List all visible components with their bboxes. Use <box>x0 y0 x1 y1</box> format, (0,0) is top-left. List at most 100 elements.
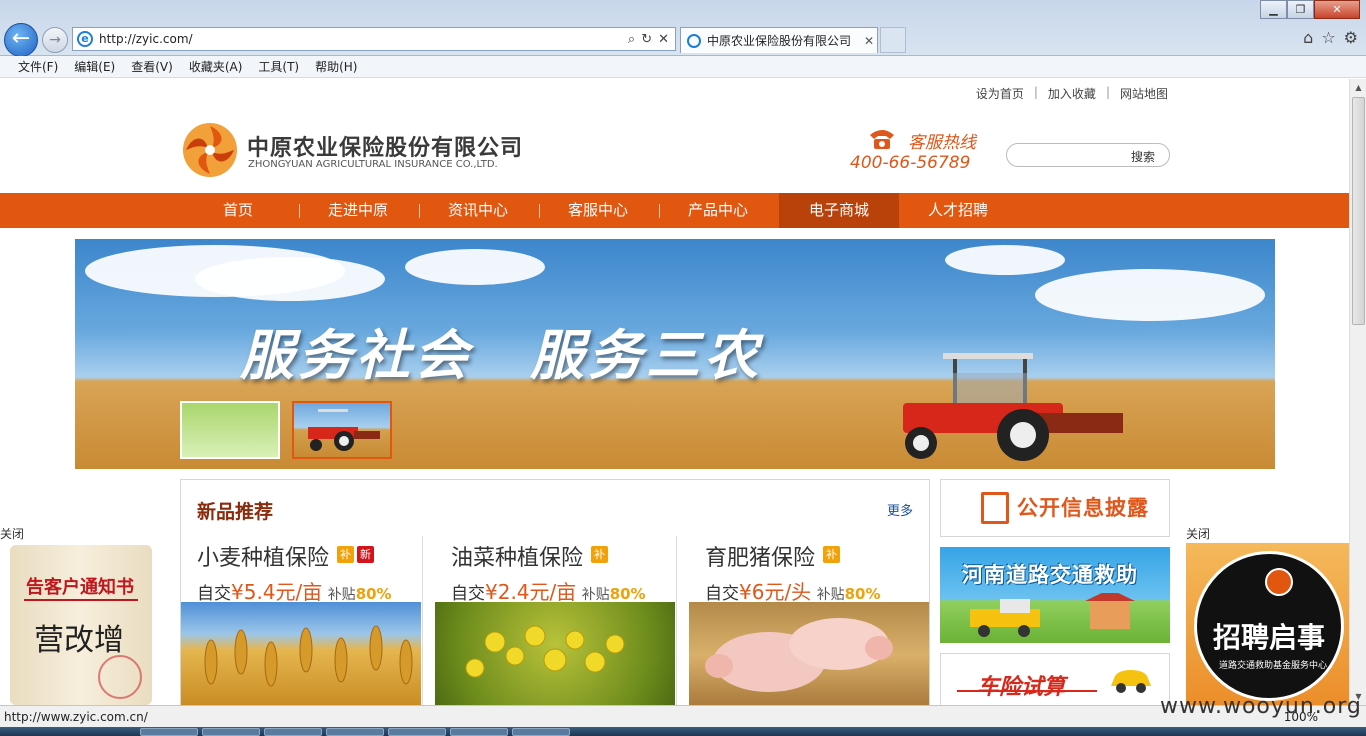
price-prefix: 自交 <box>705 584 739 604</box>
add-favorite-link[interactable]: 加入收藏 <box>1048 85 1096 102</box>
taskbar-item[interactable] <box>512 728 570 736</box>
product-price: 自交¥6元/头 补贴80% <box>705 576 881 605</box>
new-badge: 新 <box>357 546 374 563</box>
product-price: 自交¥2.4元/亩 补贴80% <box>451 576 646 605</box>
left-float-ad: 关闭 告客户通知书 营改增 <box>0 525 160 705</box>
notice-body: 营改增 <box>34 623 124 658</box>
recruit-panel[interactable]: 招聘启事 道路交通救助基金服务中心 <box>1186 543 1349 705</box>
ie-page-icon: e <box>77 31 93 47</box>
menu-bar: 文件(F) 编辑(E) 查看(V) 收藏夹(A) 工具(T) 帮助(H) <box>0 56 1366 78</box>
browser-toolbar-icons: ⌂ ☆ ⚙ <box>1303 28 1358 47</box>
new-tab-button[interactable] <box>880 27 906 53</box>
notice-heading: 告客户通知书 <box>26 577 134 598</box>
vertical-scrollbar[interactable]: ▲ ▼ <box>1349 79 1366 705</box>
close-float-left[interactable]: 关闭 <box>0 525 24 542</box>
product-name: 育肥猪保险 <box>705 546 816 571</box>
product-card[interactable]: 育肥猪保险 补 自交¥6元/头 补贴80% <box>689 534 929 705</box>
scrollbar-thumb[interactable] <box>1352 97 1365 325</box>
menu-edit[interactable]: 编辑(E) <box>74 58 115 75</box>
nav-eshop[interactable]: 电子商城 <box>779 193 899 228</box>
calc-label: 车险试算 <box>977 675 1066 700</box>
nav-products[interactable]: 产品中心 <box>678 193 758 228</box>
disclosure-label: 公开信息披露 <box>1017 496 1149 520</box>
right-float-ad: 关闭 招聘启事 道路交通救助基金服务中心 <box>1186 525 1349 705</box>
price-amount: ¥5.4元/亩 <box>231 580 323 604</box>
address-bar[interactable]: e http://zyic.com/ ⌕ ↻ ✕ <box>72 27 676 51</box>
notice-underline <box>24 599 138 601</box>
site-logo[interactable]: 中原农业保险股份有限公司 ZHONGYUAN AGRICULTURAL INSU… <box>182 122 524 178</box>
wheat-image <box>181 602 421 705</box>
product-tags: 补 新 <box>337 546 374 563</box>
banner-thumbnail-1[interactable] <box>180 401 280 459</box>
car-insurance-calc-banner[interactable]: 车险试算 <box>940 653 1170 705</box>
main-nav: 首页 走进中原 资讯中心 客服中心 产品中心 电子商城 人才招聘 <box>0 193 1349 228</box>
search-input[interactable]: 搜索 <box>1006 143 1170 167</box>
search-button[interactable]: 搜索 <box>1131 148 1155 165</box>
subsidy-label: 补贴 <box>581 587 610 603</box>
address-url[interactable]: http://zyic.com/ <box>99 32 628 46</box>
watermark: www.wooyun.org <box>1160 694 1362 719</box>
recruit-sub: 道路交通救助基金服务中心 <box>1219 661 1328 671</box>
product-card[interactable]: 小麦种植保险 补 新 自交¥5.4元/亩 补贴80% <box>181 534 421 705</box>
home-icon[interactable]: ⌂ <box>1303 28 1313 47</box>
nav-service[interactable]: 客服中心 <box>558 193 638 228</box>
search-icon[interactable]: ⌕ <box>628 32 635 47</box>
minimize-button[interactable]: ▁ <box>1260 0 1287 19</box>
back-button[interactable]: ← <box>4 23 38 57</box>
browser-titlebar: ▁ ❐ ✕ ← → e http://zyic.com/ ⌕ ↻ ✕ 中原农业保… <box>0 0 1366 57</box>
nav-home[interactable]: 首页 <box>198 193 278 228</box>
browser-tab[interactable]: 中原农业保险股份有限公司 ✕ <box>680 27 878 53</box>
info-disclosure-banner[interactable]: 公开信息披露 <box>940 479 1170 537</box>
product-tags: 补 <box>591 546 608 563</box>
maximize-button[interactable]: ❐ <box>1287 0 1314 19</box>
price-prefix: 自交 <box>451 584 485 604</box>
logo-english-name: ZHONGYUAN AGRICULTURAL INSURANCE CO.,LTD… <box>248 159 498 170</box>
banner-thumbnail-2[interactable] <box>292 401 392 459</box>
subsidy-badge: 补 <box>823 546 840 563</box>
price-prefix: 自交 <box>197 584 231 604</box>
refresh-icon[interactable]: ↻ <box>641 32 652 47</box>
menu-favorites[interactable]: 收藏夹(A) <box>189 58 243 75</box>
set-homepage-link[interactable]: 设为首页 <box>976 85 1024 102</box>
notice-scroll[interactable]: 告客户通知书 营改增 <box>10 545 152 705</box>
status-url: http://www.zyic.com.cn/ <box>4 710 148 724</box>
taskbar-item[interactable] <box>202 728 260 736</box>
taskbar-item[interactable] <box>326 728 384 736</box>
menu-view[interactable]: 查看(V) <box>131 58 173 75</box>
taskbar-item[interactable] <box>388 728 446 736</box>
taskbar-item[interactable] <box>264 728 322 736</box>
taskbar-item[interactable] <box>450 728 508 736</box>
forward-button[interactable]: → <box>42 27 68 53</box>
more-link[interactable]: 更多 <box>887 500 913 519</box>
tab-close-icon[interactable]: ✕ <box>861 34 877 48</box>
tow-truck-icon <box>970 593 1135 637</box>
close-float-right[interactable]: 关闭 <box>1186 525 1210 542</box>
new-products-title: 新品推荐 <box>197 501 274 523</box>
tools-gear-icon[interactable]: ⚙ <box>1344 28 1358 47</box>
stop-icon[interactable]: ✕ <box>658 32 669 47</box>
hotline-label: 客服热线 <box>908 133 976 153</box>
favorites-star-icon[interactable]: ☆ <box>1321 28 1335 47</box>
cloud-shape <box>195 257 385 301</box>
car-icon <box>1111 670 1151 693</box>
rescue-label: 河南道路交通救助 <box>962 563 1138 587</box>
company-logo-icon <box>1265 568 1293 596</box>
menu-tools[interactable]: 工具(T) <box>258 58 299 75</box>
sitemap-link[interactable]: 网站地图 <box>1120 85 1168 102</box>
menu-help[interactable]: 帮助(H) <box>315 58 357 75</box>
scroll-up-icon[interactable]: ▲ <box>1350 79 1366 96</box>
nav-news[interactable]: 资讯中心 <box>438 193 518 228</box>
taskbar-item[interactable] <box>140 728 198 736</box>
subsidy-label: 补贴 <box>327 587 356 603</box>
subsidy-percent: 80% <box>355 585 392 603</box>
window-controls: ▁ ❐ ✕ <box>1260 0 1360 19</box>
menu-file[interactable]: 文件(F) <box>18 58 58 75</box>
nav-careers[interactable]: 人才招聘 <box>918 193 998 228</box>
nav-about[interactable]: 走进中原 <box>318 193 398 228</box>
price-amount: ¥2.4元/亩 <box>485 580 577 604</box>
taskbar <box>0 727 1366 736</box>
price-amount: ¥6元/头 <box>739 580 812 604</box>
product-card[interactable]: 油菜种植保险 补 自交¥2.4元/亩 补贴80% <box>435 534 675 705</box>
close-window-button[interactable]: ✕ <box>1314 0 1360 19</box>
road-rescue-banner[interactable]: 河南道路交通救助 <box>940 547 1170 643</box>
